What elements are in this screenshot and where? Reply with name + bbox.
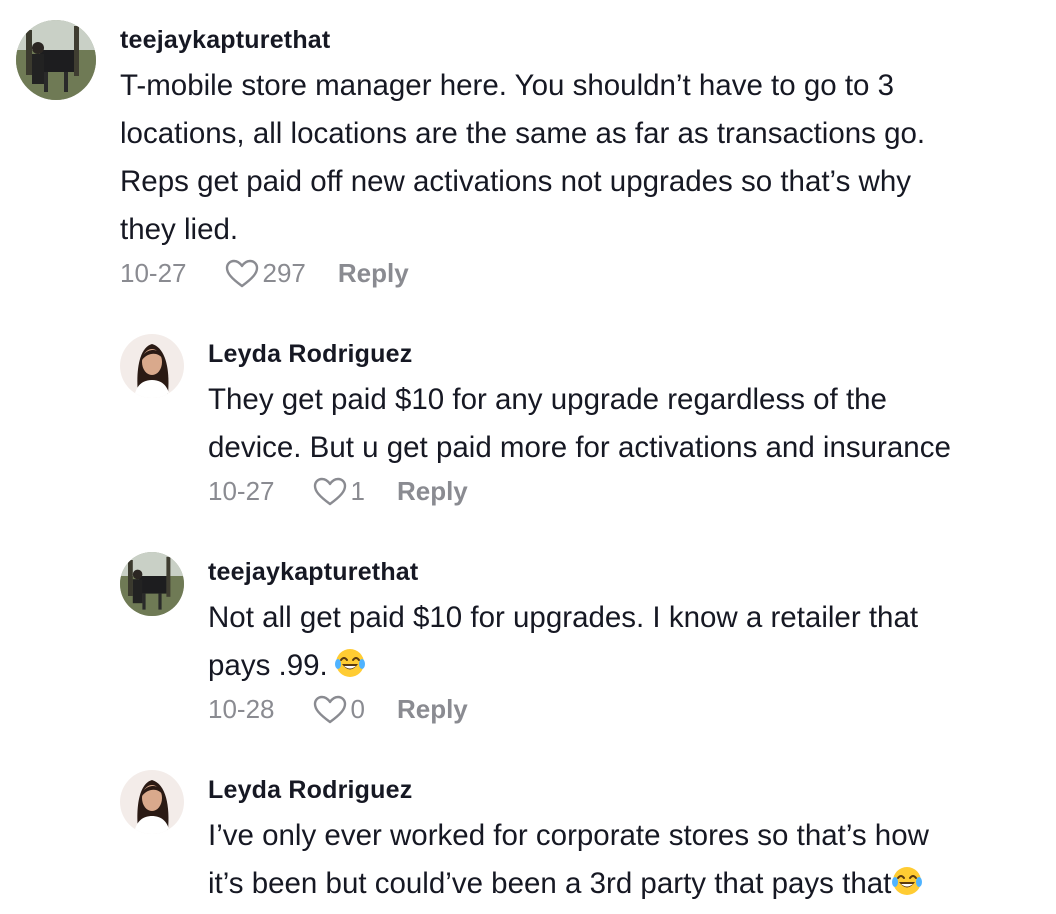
face-with-tears-of-joy-icon [334, 646, 366, 694]
like-count: 1 [350, 476, 365, 506]
comment-text-line: device. But u get paid more for activati… [208, 431, 951, 464]
comment-text-line: T-mobile store manager here. You shouldn… [120, 69, 895, 102]
like-button[interactable]: 1 [313, 476, 365, 507]
profile-photo-woman-icon [120, 334, 184, 398]
profile-photo-woman-icon [120, 770, 184, 834]
avatar[interactable] [120, 770, 184, 834]
comment-text-line-content: pays .99. [208, 649, 328, 682]
comment-text-line: They get paid $10 for any upgrade regard… [208, 383, 887, 416]
avatar[interactable] [120, 552, 184, 616]
comment-text-line: locations, all locations are the same as… [120, 117, 926, 150]
avatar[interactable] [120, 334, 184, 398]
comment-text: They get paid $10 for any upgrade regard… [208, 376, 951, 472]
profile-photo-outdoor-icon [16, 20, 96, 100]
comment-meta: 10-28 0 Reply [208, 694, 468, 725]
username[interactable]: Leyda Rodriguez [208, 340, 412, 369]
heart-icon [313, 477, 346, 505]
like-button[interactable]: 297 [225, 258, 306, 289]
username[interactable]: teejaykapturethat [208, 558, 418, 587]
comment-text: T-mobile store manager here. You shouldn… [120, 62, 925, 254]
like-count: 297 [262, 258, 306, 288]
comment-text-line: I’ve only ever worked for corporate stor… [208, 819, 929, 852]
username[interactable]: Leyda Rodriguez [208, 776, 412, 805]
comment-date: 10-28 [208, 694, 275, 724]
face-with-tears-of-joy-icon [891, 864, 923, 912]
comment-text: Not all get paid $10 for upgrades. I kno… [208, 594, 918, 694]
comment-text: I’ve only ever worked for corporate stor… [208, 812, 929, 912]
avatar[interactable] [16, 20, 96, 100]
comment-text-line: it’s been but could’ve been a 3rd party … [208, 860, 929, 912]
like-button[interactable]: 0 [313, 694, 365, 725]
profile-photo-outdoor-icon [120, 552, 184, 616]
comment-meta: 10-27 297 Reply [120, 258, 409, 289]
reply-button[interactable]: Reply [397, 476, 468, 507]
comment-date: 10-27 [208, 476, 275, 506]
heart-icon [225, 259, 258, 287]
username[interactable]: teejaykapturethat [120, 26, 330, 55]
comment-date: 10-27 [120, 258, 187, 288]
comment-text-line: Not all get paid $10 for upgrades. I kno… [208, 601, 919, 634]
comment-text-line: they lied. [120, 213, 239, 246]
reply-button[interactable]: Reply [397, 694, 468, 725]
reply-button[interactable]: Reply [338, 258, 409, 289]
comment-text-line-content: it’s been but could’ve been a 3rd party … [208, 867, 892, 900]
comment-text-line: Reps get paid off new activations not up… [120, 165, 911, 198]
like-count: 0 [350, 694, 365, 724]
comment-text-line: pays .99. [208, 642, 918, 694]
comment-meta: 10-27 1 Reply [208, 476, 468, 507]
heart-icon [313, 695, 346, 723]
